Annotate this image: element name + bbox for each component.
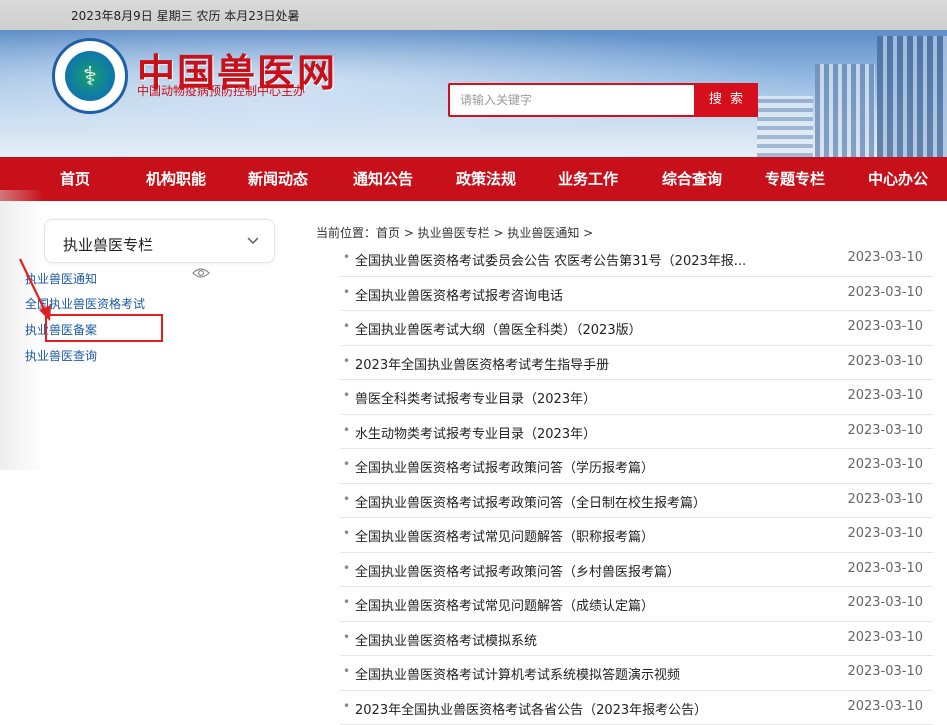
list-item[interactable]: • 全国执业兽医资格考试常见问题解答（职称报考篇） 2023-03-10 bbox=[340, 518, 933, 553]
bullet-icon: • bbox=[343, 629, 351, 644]
list-item[interactable]: • 全国执业兽医资格考试报考政策问答（全日制在校生报考篇） 2023-03-10 bbox=[340, 484, 933, 518]
list-item-title[interactable]: 全国执业兽医资格考试报考咨询电话 bbox=[355, 285, 563, 304]
list-item[interactable]: • 全国执业兽医资格考试计算机考试系统模拟答题演示视频 2023-03-10 bbox=[340, 656, 933, 691]
list-item-date: 2023-03-10 bbox=[847, 250, 923, 265]
list-item-date: 2023-03-10 bbox=[847, 491, 923, 507]
bullet-icon: • bbox=[343, 560, 351, 575]
nav-item-policies[interactable]: 政策法规 bbox=[456, 157, 516, 201]
nav-item-functions[interactable]: 机构职能 bbox=[146, 157, 206, 201]
list-item-title[interactable]: 全国执业兽医资格考试报考政策问答（乡村兽医报考篇） bbox=[355, 561, 680, 580]
nav-item-office[interactable]: 中心办公 bbox=[868, 157, 928, 201]
sidebar-header[interactable]: 执业兽医专栏 bbox=[44, 219, 275, 263]
annotation-arrow-icon bbox=[19, 258, 51, 321]
list-item-date: 2023-03-10 bbox=[847, 664, 923, 679]
list-item-date: 2023-03-10 bbox=[847, 629, 923, 645]
list-item-title[interactable]: 兽医全科类考试报考专业目录（2023年） bbox=[355, 388, 596, 407]
list-item[interactable]: • 全国执业兽医考试大纲（兽医全科类）（2023版） 2023-03-10 bbox=[340, 311, 933, 346]
list-item[interactable]: • 全国执业兽医资格考试报考政策问答（学历报考篇） 2023-03-10 bbox=[340, 449, 933, 484]
list-item-date: 2023-03-10 bbox=[847, 422, 923, 438]
bullet-icon: • bbox=[343, 284, 351, 299]
list-item[interactable]: • 2023年全国执业兽医资格考试考生指导手册 2023-03-10 bbox=[340, 346, 933, 380]
list-item[interactable]: • 全国执业兽医资格考试委员会公告 农医考公告第31号（2023年报... 2023… bbox=[340, 242, 933, 277]
date-text: 2023年8月9日 星期三 农历 本月23日处暑 bbox=[71, 9, 300, 23]
list-item-date: 2023-03-10 bbox=[847, 284, 923, 300]
list-item-date: 2023-03-10 bbox=[847, 560, 923, 576]
list-item-date: 2023-03-10 bbox=[847, 595, 923, 610]
bullet-icon: • bbox=[343, 422, 351, 437]
list-item-date: 2023-03-10 bbox=[847, 388, 923, 403]
site-subtitle: 中国动物疫病预防控制中心主办 bbox=[137, 84, 306, 98]
notice-list: • 全国执业兽医资格考试委员会公告 农医考公告第31号（2023年报... 2023… bbox=[340, 242, 933, 725]
list-item[interactable]: • 全国执业兽医资格考试常见问题解答（成绩认定篇） 2023-03-10 bbox=[340, 587, 933, 622]
nav-item-topics[interactable]: 专题专栏 bbox=[765, 157, 825, 201]
search-box bbox=[448, 83, 696, 117]
list-item[interactable]: • 全国执业兽医资格考试模拟系统 2023-03-10 bbox=[340, 622, 933, 656]
bullet-icon: • bbox=[343, 250, 351, 264]
nav-item-query[interactable]: 综合查询 bbox=[662, 157, 722, 201]
list-item-title[interactable]: 全国执业兽医资格考试模拟系统 bbox=[355, 630, 537, 649]
bullet-icon: • bbox=[343, 491, 351, 506]
nav-item-news[interactable]: 新闻动态 bbox=[248, 157, 308, 201]
breadcrumb: 当前位置：首页 > 执业兽医专栏 > 执业兽医通知 > bbox=[316, 226, 594, 240]
site-logo-icon[interactable]: ⚕ bbox=[52, 38, 128, 114]
list-item-title[interactable]: 2023年全国执业兽医资格考试各省公告（2023年报考公告） bbox=[355, 699, 707, 718]
search-input[interactable] bbox=[450, 85, 690, 115]
eye-icon[interactable] bbox=[192, 266, 210, 280]
bullet-icon: • bbox=[343, 319, 351, 333]
sidebar-title: 执业兽医专栏 bbox=[63, 236, 154, 254]
nav-item-home[interactable]: 首页 bbox=[60, 157, 90, 201]
list-item[interactable]: • 2023年全国执业兽医资格考试各省公告（2023年报考公告） 2023-03-1… bbox=[340, 691, 933, 725]
bullet-icon: • bbox=[343, 698, 351, 713]
list-item-title[interactable]: 全国执业兽医资格考试报考政策问答（学历报考篇） bbox=[355, 457, 654, 476]
sidebar-item-lookup[interactable]: 执业兽医查询 bbox=[25, 347, 97, 364]
list-item[interactable]: • 全国执业兽医资格考试报考咨询电话 2023-03-10 bbox=[340, 277, 933, 311]
date-bar: 2023年8月9日 星期三 农历 本月23日处暑 bbox=[0, 0, 947, 30]
list-item-title[interactable]: 2023年全国执业兽医资格考试考生指导手册 bbox=[355, 354, 609, 373]
list-item[interactable]: • 兽医全科类考试报考专业目录（2023年） 2023-03-10 bbox=[340, 380, 933, 415]
list-item-date: 2023-03-10 bbox=[847, 457, 923, 472]
list-item[interactable]: • 全国执业兽医资格考试报考政策问答（乡村兽医报考篇） 2023-03-10 bbox=[340, 553, 933, 587]
bullet-icon: • bbox=[343, 457, 351, 471]
main-nav: 首页 机构职能 新闻动态 通知公告 政策法规 业务工作 综合查询 专题专栏 中心… bbox=[0, 157, 947, 201]
list-item-title[interactable]: 全国执业兽医资格考试常见问题解答（成绩认定篇） bbox=[355, 595, 654, 614]
bullet-icon: • bbox=[343, 595, 351, 609]
building-image bbox=[757, 30, 947, 157]
list-item[interactable]: • 水生动物类考试报考专业目录（2023年） 2023-03-10 bbox=[340, 415, 933, 449]
list-item-date: 2023-03-10 bbox=[847, 319, 923, 334]
bullet-icon: • bbox=[343, 526, 351, 540]
list-item-date: 2023-03-10 bbox=[847, 353, 923, 369]
nav-item-business[interactable]: 业务工作 bbox=[558, 157, 618, 201]
list-item-date: 2023-03-10 bbox=[847, 698, 923, 714]
bullet-icon: • bbox=[343, 353, 351, 368]
bullet-icon: • bbox=[343, 388, 351, 402]
list-item-title[interactable]: 全国执业兽医资格考试报考政策问答（全日制在校生报考篇） bbox=[355, 492, 706, 511]
bullet-icon: • bbox=[343, 664, 351, 678]
list-item-date: 2023-03-10 bbox=[847, 526, 923, 541]
list-item-title[interactable]: 全国执业兽医资格考试计算机考试系统模拟答题演示视频 bbox=[355, 664, 680, 683]
search-button[interactable]: 搜 索 bbox=[696, 83, 758, 117]
list-item-title[interactable]: 全国执业兽医资格考试常见问题解答（职称报考篇） bbox=[355, 526, 654, 545]
chevron-down-icon bbox=[247, 237, 259, 244]
list-item-title[interactable]: 水生动物类考试报考专业目录（2023年） bbox=[355, 423, 596, 442]
search-bar: 搜 索 bbox=[448, 83, 758, 117]
list-item-title[interactable]: 全国执业兽医考试大纲（兽医全科类）（2023版） bbox=[355, 319, 642, 338]
list-item-title[interactable]: 全国执业兽医资格考试委员会公告 农医考公告第31号（2023年报... bbox=[355, 250, 746, 269]
nav-item-notices[interactable]: 通知公告 bbox=[353, 157, 413, 201]
